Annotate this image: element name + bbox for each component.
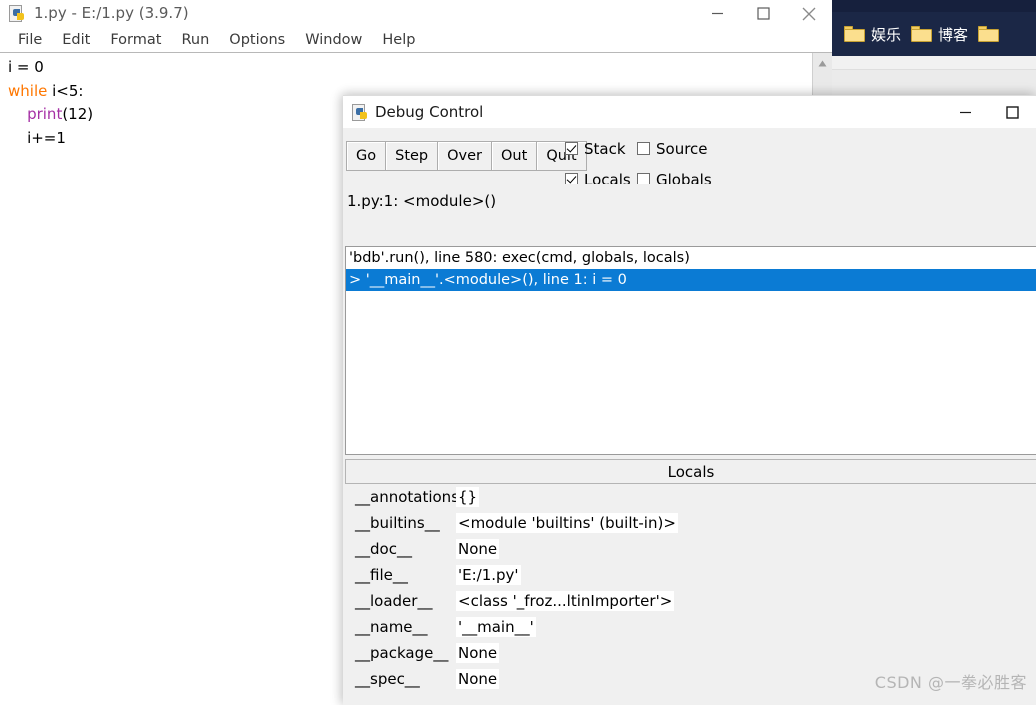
debug-button-row: Go Step Over Out Quit: [346, 141, 587, 171]
code-line-1: i = 0: [8, 58, 44, 76]
local-name: __name__: [355, 618, 428, 636]
local-name: __doc__: [355, 540, 412, 558]
local-name: __loader__: [355, 592, 433, 610]
bookmark-label: 娱乐: [871, 25, 902, 44]
list-item: __loader__ <class '_froz...ltinImporter'…: [345, 588, 1036, 614]
background-browser-window: 娱乐 博客: [832, 0, 1036, 100]
bookmark-item-2[interactable]: [978, 26, 1005, 42]
screen: 娱乐 博客 1.py - E:/1.py (3.9.7) File Edit F…: [0, 0, 1036, 705]
maximize-icon[interactable]: [740, 0, 786, 27]
minimize-icon[interactable]: [942, 96, 989, 129]
local-value: {}: [456, 487, 480, 507]
local-name: __package__: [355, 644, 449, 662]
bookmark-item-0[interactable]: 娱乐: [844, 24, 901, 45]
menu-run[interactable]: Run: [171, 32, 219, 48]
idle-window-title: 1.py - E:/1.py (3.9.7): [34, 4, 189, 22]
idle-window-controls: [694, 0, 832, 27]
close-icon[interactable]: [786, 0, 832, 27]
bookmarks-bar[interactable]: 娱乐 博客: [832, 12, 1036, 56]
local-name: __spec__: [355, 670, 420, 688]
stack-row[interactable]: 'bdb'.run(), line 580: exec(cmd, globals…: [346, 247, 1036, 269]
local-name: __builtins__: [355, 514, 440, 532]
debug-toolbar: Go Step Over Out Quit Stack Source Local…: [343, 128, 1036, 189]
folder-icon: [844, 26, 865, 42]
stack-row[interactable]: > '__main__'.<module>(), line 1: i = 0: [346, 269, 1036, 291]
out-button[interactable]: Out: [491, 141, 538, 171]
bookmark-label: 博客: [938, 25, 969, 44]
menu-options[interactable]: Options: [219, 32, 295, 48]
browser-titlebar-strip: [832, 0, 1036, 12]
scroll-up-arrow-icon[interactable]: [812, 53, 832, 73]
list-item: __file__ 'E:/1.py': [345, 562, 1036, 588]
debug-control-window: Debug Control Go Step Over Out Quit Stac…: [343, 95, 1036, 705]
python-file-icon: [9, 5, 26, 22]
python-file-icon: [352, 104, 369, 121]
menu-edit[interactable]: Edit: [52, 32, 100, 48]
local-value: '__main__': [456, 617, 536, 637]
local-value: None: [456, 539, 500, 559]
local-name: __annotations__: [355, 488, 475, 506]
list-item: __builtins__ <module 'builtins' (built-i…: [345, 510, 1036, 536]
browser-toolbar-upper: [832, 56, 1036, 70]
checkbox-label: Source: [656, 139, 708, 158]
debug-window-controls: [942, 96, 1036, 129]
idle-menubar[interactable]: File Edit Format Run Options Window Help: [0, 27, 832, 52]
debug-window-title: Debug Control: [375, 103, 484, 121]
list-item: __name__ '__main__': [345, 614, 1036, 640]
local-value: <module 'builtins' (built-in)>: [456, 513, 678, 533]
bookmark-item-1[interactable]: 博客: [911, 24, 968, 45]
local-value: None: [456, 669, 500, 689]
local-value: 'E:/1.py': [456, 565, 521, 585]
go-button[interactable]: Go: [346, 141, 387, 171]
local-name: __file__: [355, 566, 408, 584]
menu-help[interactable]: Help: [372, 32, 425, 48]
checkbox-label: Stack: [584, 139, 626, 158]
local-value: <class '_froz...ltinImporter'>: [456, 591, 675, 611]
list-item: __package__ None: [345, 640, 1036, 666]
folder-icon: [911, 26, 933, 42]
menu-format[interactable]: Format: [100, 32, 171, 48]
menu-file[interactable]: File: [8, 32, 52, 48]
csdn-watermark: CSDN @一拳必胜客: [874, 673, 1027, 692]
debug-titlebar[interactable]: Debug Control: [343, 95, 1036, 128]
over-button[interactable]: Over: [437, 141, 493, 171]
step-button[interactable]: Step: [385, 141, 439, 171]
checkbox-checked-icon[interactable]: [565, 142, 578, 155]
menu-window[interactable]: Window: [295, 32, 372, 48]
folder-icon: [978, 26, 1000, 42]
maximize-icon[interactable]: [989, 96, 1036, 129]
local-value: None: [456, 643, 500, 663]
list-item: __annotations__ {}: [345, 484, 1036, 510]
stack-list[interactable]: 'bdb'.run(), line 580: exec(cmd, globals…: [345, 246, 1036, 455]
checkbox-unchecked-icon[interactable]: [637, 142, 650, 155]
checkbox-source[interactable]: Source: [637, 140, 712, 158]
minimize-icon[interactable]: [694, 0, 740, 27]
debug-status-line: 1.py:1: <module>(): [343, 184, 1036, 240]
list-item: __doc__ None: [345, 536, 1036, 562]
locals-panel-header: Locals: [345, 459, 1036, 484]
idle-titlebar[interactable]: 1.py - E:/1.py (3.9.7): [0, 0, 832, 27]
checkbox-stack[interactable]: Stack: [565, 140, 637, 158]
